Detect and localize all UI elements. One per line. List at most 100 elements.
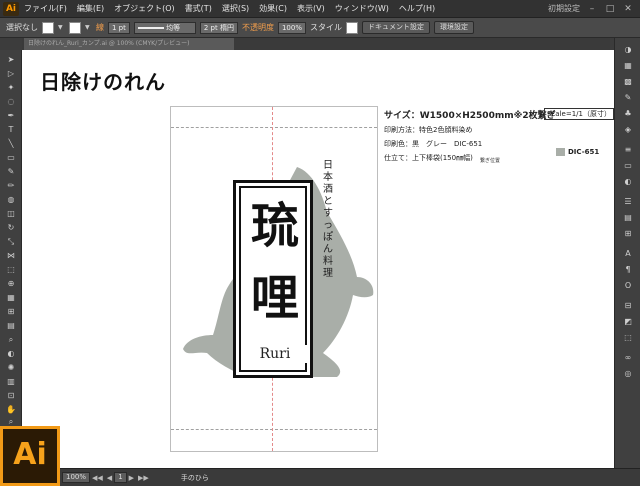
links-panel-icon[interactable]: ∞	[621, 352, 635, 364]
document-tab-bar: 日除けのれん_Ruri_カンプ.ai @ 100% (CMYK/プレビュー)	[22, 38, 610, 50]
menu-file[interactable]: ファイル(F)	[19, 3, 72, 14]
fill-dropdown-icon[interactable]: ▼	[58, 22, 65, 34]
paintbrush-tool-icon[interactable]: ✎	[4, 166, 18, 178]
zoom-field[interactable]: 100%	[62, 472, 91, 483]
menu-right: 初期設定 – □ ✕	[548, 3, 640, 14]
pen-tool-icon[interactable]: ✒	[4, 110, 18, 122]
swatches-panel-icon[interactable]: ▩	[621, 76, 635, 88]
stroke-swatch[interactable]	[69, 21, 81, 34]
hand-tool-icon[interactable]: ✋	[4, 404, 18, 416]
app-logo-icon: Ai	[3, 1, 19, 16]
shape-builder-tool-icon[interactable]: ⊕	[4, 278, 18, 290]
magic-wand-tool-icon[interactable]: ✦	[4, 82, 18, 94]
symbols-panel-icon[interactable]: ♣	[621, 108, 635, 120]
blob-brush-tool-icon[interactable]: ◍	[4, 194, 18, 206]
appearance-panel-icon[interactable]: ☰	[621, 196, 635, 208]
document-setup-button[interactable]: ドキュメント設定	[361, 21, 430, 34]
illustrator-window: Ai ファイル(F) 編集(E) オブジェクト(O) 書式(T) 選択(S) 効…	[0, 0, 640, 486]
rectangle-tool-icon[interactable]: ▭	[4, 152, 18, 164]
panel-dock: ◑ ▦ ▩ ✎ ♣ ◈ ≡ ▭ ◐ ☰ ▤ ⊞ A ¶ O ⊟ ◩ ⬚ ∞ ◎	[614, 38, 640, 468]
stroke-profile-select[interactable]: 均等	[133, 21, 196, 34]
brush-select[interactable]: 2 pt 楕円	[199, 21, 238, 34]
color-guide-panel-icon[interactable]: ▦	[621, 60, 635, 72]
canvas[interactable]: 日除けのれん 琉 哩 Ruri 日本酒とすっぽん料理 サイズ：W1500×H25…	[22, 50, 614, 468]
stroke-panel-icon[interactable]: ≡	[621, 144, 635, 156]
artboard-tool-icon[interactable]: ⊡	[4, 390, 18, 402]
blend-tool-icon[interactable]: ◐	[4, 348, 18, 360]
color-panel-icon[interactable]: ◑	[621, 44, 635, 56]
brand-label-inner: 琉 哩 Ruri	[239, 186, 309, 372]
menu-select[interactable]: 選択(S)	[217, 3, 254, 14]
prev-artboard-icon[interactable]: ◀	[105, 474, 114, 482]
opentype-panel-icon[interactable]: O	[621, 280, 635, 292]
symbol-sprayer-tool-icon[interactable]: ✺	[4, 362, 18, 374]
transparency-panel-icon[interactable]: ◐	[621, 176, 635, 188]
perspective-grid-tool-icon[interactable]: ▦	[4, 292, 18, 304]
eyedropper-tool-icon[interactable]: ⌕	[4, 334, 18, 346]
gradient-tool-icon[interactable]: ▤	[4, 320, 18, 332]
mesh-tool-icon[interactable]: ⊞	[4, 306, 18, 318]
brushes-panel-icon[interactable]: ✎	[621, 92, 635, 104]
next-artboard-icon[interactable]: ▶	[127, 474, 136, 482]
stroke-weight-field[interactable]: 1 pt	[108, 21, 130, 34]
seam-position-note: 繋ぎ位置	[480, 158, 501, 164]
graph-tool-icon[interactable]: ▥	[4, 376, 18, 388]
menu-effect[interactable]: 効果(C)	[254, 3, 292, 14]
paragraph-panel-icon[interactable]: ¶	[621, 264, 635, 276]
dic-color-swatch	[556, 148, 565, 156]
artboards-panel-icon[interactable]: ⊞	[621, 228, 635, 240]
first-artboard-icon[interactable]: ◀◀	[90, 474, 105, 482]
menu-help[interactable]: ヘルプ(H)	[394, 3, 440, 14]
fill-swatch[interactable]	[42, 21, 54, 34]
eraser-tool-icon[interactable]: ◫	[4, 208, 18, 220]
style-swatch[interactable]	[345, 21, 358, 34]
menu-object[interactable]: オブジェクト(O)	[109, 3, 180, 14]
dic-color-label: DIC-651	[568, 148, 600, 156]
selection-tool-icon[interactable]: ➤	[4, 54, 18, 66]
selection-status: 選択なし	[6, 23, 38, 32]
pathfinder-panel-icon[interactable]: ◩	[621, 316, 635, 328]
document-tab[interactable]: 日除けのれん_Ruri_カンプ.ai @ 100% (CMYK/プレビュー)	[24, 38, 234, 50]
spec-info: サイズ：W1500×H2500mm※2枚繋ぎ Scale=1/1（原寸） 印刷方…	[384, 108, 614, 164]
rotate-tool-icon[interactable]: ↻	[4, 222, 18, 234]
artboard[interactable]: 琉 哩 Ruri 日本酒とすっぽん料理	[170, 106, 378, 452]
menu-edit[interactable]: 編集(E)	[72, 3, 109, 14]
lasso-tool-icon[interactable]: ◌	[4, 96, 18, 108]
illustrator-logo-icon: Ai	[0, 426, 60, 486]
opacity-field[interactable]: 100%	[277, 21, 306, 34]
current-tool-status[interactable]: 手のひら	[181, 473, 209, 483]
top-bleed-guide	[171, 127, 377, 128]
layers-panel-icon[interactable]: ▤	[621, 212, 635, 224]
brand-romaji: Ruri	[241, 345, 309, 363]
width-tool-icon[interactable]: ⋈	[4, 250, 18, 262]
pencil-tool-icon[interactable]: ✏	[4, 180, 18, 192]
navigator-panel-icon[interactable]: ◎	[621, 368, 635, 380]
brand-kanji-1: 琉	[250, 198, 299, 254]
last-artboard-icon[interactable]: ▶▶	[136, 474, 151, 482]
menu-view[interactable]: 表示(V)	[292, 3, 330, 14]
preferences-button[interactable]: 環境設定	[433, 21, 474, 34]
menu-type[interactable]: 書式(T)	[180, 3, 217, 14]
graphic-styles-panel-icon[interactable]: ◈	[621, 124, 635, 136]
scale-tool-icon[interactable]: ⤡	[4, 236, 18, 248]
stroke-dropdown-icon[interactable]: ▼	[85, 22, 92, 34]
artwork-title: 日除けのれん	[40, 70, 166, 94]
type-tool-icon[interactable]: T	[4, 124, 18, 136]
character-panel-icon[interactable]: A	[621, 248, 635, 260]
stroke-label[interactable]: 線	[96, 22, 104, 33]
artboard-number-field[interactable]: 1	[114, 472, 127, 483]
bottom-bleed-guide	[171, 429, 377, 430]
line-tool-icon[interactable]: ╲	[4, 138, 18, 150]
menu-window[interactable]: ウィンドウ(W)	[330, 3, 394, 14]
direct-selection-tool-icon[interactable]: ▷	[4, 68, 18, 80]
close-icon[interactable]: ✕	[622, 4, 634, 14]
menu-bar: Ai ファイル(F) 編集(E) オブジェクト(O) 書式(T) 選択(S) 効…	[0, 0, 640, 18]
opacity-label[interactable]: 不透明度	[242, 22, 274, 33]
gradient-panel-icon[interactable]: ▭	[621, 160, 635, 172]
align-panel-icon[interactable]: ⊟	[621, 300, 635, 312]
workspace-switcher[interactable]: 初期設定	[548, 3, 580, 14]
transform-panel-icon[interactable]: ⬚	[621, 332, 635, 344]
maximize-icon[interactable]: □	[604, 4, 616, 14]
free-transform-tool-icon[interactable]: ⬚	[4, 264, 18, 276]
minimize-icon[interactable]: –	[586, 4, 598, 14]
